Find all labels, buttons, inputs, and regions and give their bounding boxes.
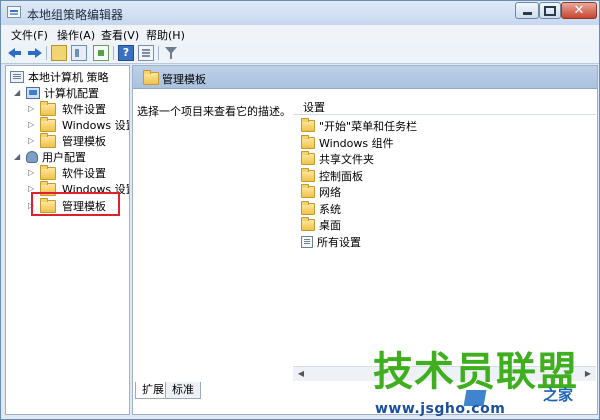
tree-root-label: 本地计算机 策略 [28,71,109,84]
collapse-icon[interactable]: ◢ [14,153,22,161]
toolbar: ? [1,43,599,64]
details-header: 管理模板 [133,66,597,89]
policy-editor-icon [7,6,21,18]
selection-highlight-box [31,192,120,216]
show-tree-button[interactable] [71,45,87,61]
watermark: 技术员联盟 之家 www.jsgho.com [369,350,595,418]
list-item-start-menu[interactable]: "开始"菜单和任务栏 [301,118,417,134]
details-header-title: 管理模板 [162,73,206,86]
all-settings-icon [301,236,313,248]
expand-icon[interactable]: ▷ [28,105,36,113]
close-icon: ✕ [573,3,585,18]
description-text: 选择一个项目来查看它的描述。 [137,105,291,118]
settings-list[interactable]: 设置 "开始"菜单和任务栏 Windows 组件 共享文件夹 控制面板 网络 系… [293,92,596,370]
scroll-left-icon[interactable]: ◀ [295,368,307,380]
export-list-button[interactable] [93,45,109,61]
menu-help[interactable]: 帮助(H) [146,27,185,43]
maximize-button[interactable] [539,2,561,19]
folder-icon [143,70,159,85]
list-item-shared-folders[interactable]: 共享文件夹 [301,151,374,167]
policy-icon [10,71,24,83]
expand-icon[interactable]: ▷ [28,137,36,145]
properties-button[interactable] [138,45,154,61]
list-item-system[interactable]: 系统 [301,201,341,217]
folder-icon [301,217,315,231]
close-button[interactable]: ✕ [561,2,597,19]
collapse-icon[interactable]: ◢ [14,89,22,97]
back-button[interactable] [7,45,23,61]
menu-bar: 文件(F) 操作(A) 查看(V) 帮助(H) [1,25,599,43]
tree-computer-config[interactable]: ◢ 计算机配置 [14,85,99,101]
menu-file[interactable]: 文件(F) [11,27,48,43]
tree-computer-software[interactable]: ▷ 软件设置 [28,100,106,117]
expand-icon[interactable]: ▷ [28,121,36,129]
maximize-icon [544,5,556,16]
toolbar-separator [113,46,114,60]
filter-button[interactable] [163,45,179,61]
folder-icon [301,201,315,215]
list-item-network[interactable]: 网络 [301,184,341,200]
tree-pane[interactable]: 本地计算机 策略 ◢ 计算机配置 ▷ 软件设置 ▷ Windows 设置 ▷ 管… [5,65,130,415]
tree-user-software[interactable]: ▷ 软件设置 [28,164,106,181]
folder-icon [301,184,315,198]
tab-standard[interactable]: 标准 [165,382,201,399]
minimize-icon [522,12,532,15]
folder-icon [40,164,56,180]
title-bar[interactable]: 本地组策略编辑器 ✕ [1,1,599,25]
toolbar-separator [46,46,47,60]
computer-icon [26,87,40,99]
watermark-subtitle: 之家 [543,386,574,404]
user-icon [26,151,38,163]
folder-icon [301,118,315,132]
help-button[interactable]: ? [118,45,134,61]
tree-root[interactable]: 本地计算机 策略 [10,69,109,85]
column-header-setting[interactable]: 设置 [293,96,596,115]
forward-button[interactable] [27,45,43,61]
list-item-windows-components[interactable]: Windows 组件 [301,135,394,151]
list-item-desktop[interactable]: 桌面 [301,217,341,233]
forward-arrow-icon [35,48,42,58]
minimize-button[interactable] [515,2,539,19]
tree-computer-admin-templates[interactable]: ▷ 管理模板 [28,132,106,149]
tree-user-config[interactable]: ◢ 用户配置 [14,149,86,165]
watermark-url: www.jsgho.com [375,401,506,417]
folder-icon [301,151,315,165]
folder-icon [301,135,315,149]
toolbar-separator [158,46,159,60]
folder-icon [40,116,56,132]
tree-computer-windows[interactable]: ▷ Windows 设置 [28,116,129,133]
list-item-control-panel[interactable]: 控制面板 [301,168,363,184]
menu-view[interactable]: 查看(V) [101,27,139,43]
up-folder-button[interactable] [51,45,67,61]
list-item-all-settings[interactable]: 所有设置 [301,234,361,250]
menu-action[interactable]: 操作(A) [57,27,95,43]
folder-icon [40,100,56,116]
window-title: 本地组策略编辑器 [27,8,124,22]
folder-icon [40,132,56,148]
expand-icon[interactable]: ▷ [28,169,36,177]
window: 本地组策略编辑器 ✕ 文件(F) 操作(A) 查看(V) 帮助(H) ? 本地计… [0,0,600,420]
folder-icon [301,168,315,182]
